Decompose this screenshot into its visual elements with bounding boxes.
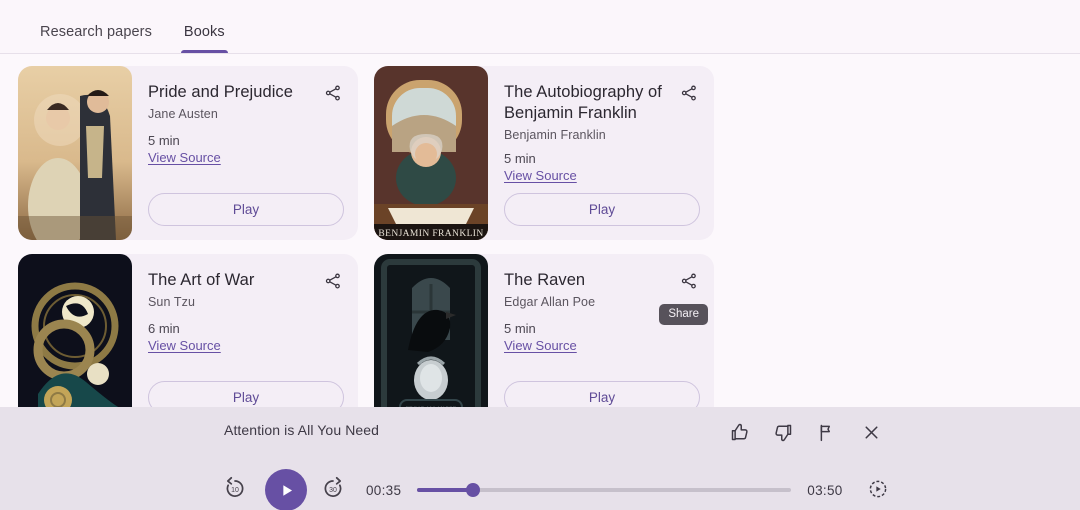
book-card-body: Pride and Prejudice Jane Austen 5 min Vi… — [132, 66, 358, 240]
book-card-body: The Art of War Sun Tzu 6 min View Source… — [132, 254, 358, 410]
book-author: Jane Austen — [148, 107, 218, 121]
dislike-button[interactable] — [770, 419, 796, 445]
rewind-10-button[interactable]: 10 — [222, 475, 252, 505]
share-tooltip: Share — [659, 304, 708, 325]
view-source-link[interactable]: View Source — [148, 150, 221, 165]
book-card-grid: Pride and Prejudice Jane Austen 5 min Vi… — [0, 54, 1080, 410]
progress-thumb[interactable] — [466, 483, 481, 497]
thumb-up-icon — [731, 423, 748, 440]
share-icon — [681, 273, 696, 289]
svg-text:10: 10 — [231, 487, 239, 494]
play-button[interactable]: Play — [148, 193, 344, 226]
book-duration: 6 min — [148, 321, 180, 336]
share-button[interactable] — [676, 268, 702, 294]
thumb-down-icon — [774, 424, 791, 441]
like-button[interactable] — [726, 419, 752, 445]
book-card[interactable]: EDGAR ALLAN POE The Raven Edgar Allan Po… — [374, 254, 714, 410]
playback-speed-button[interactable] — [867, 478, 891, 502]
book-author: Sun Tzu — [148, 295, 196, 309]
book-cover-image — [18, 66, 132, 240]
book-title: The Raven — [504, 271, 586, 289]
tab-books[interactable]: Books — [168, 24, 241, 53]
book-card[interactable]: The Art of War Sun Tzu 6 min View Source… — [18, 254, 358, 410]
close-player-button[interactable] — [858, 419, 884, 445]
play-pause-button[interactable] — [265, 469, 307, 510]
replay-10-icon: 10 — [226, 476, 244, 497]
player-transport-controls: 10 30 00:35 03:50 — [222, 469, 891, 510]
book-cover-image: BENJAMIN FRANKLIN — [374, 66, 488, 240]
player-action-buttons — [726, 419, 884, 445]
book-card[interactable]: BENJAMIN FRANKLIN The Autobiography of B… — [374, 66, 714, 240]
svg-text:30: 30 — [329, 487, 337, 494]
book-card[interactable]: Pride and Prejudice Jane Austen 5 min Vi… — [18, 66, 358, 240]
total-time: 03:50 — [807, 482, 843, 498]
report-button[interactable] — [814, 419, 840, 445]
view-source-link[interactable]: View Source — [504, 168, 577, 183]
book-author: Benjamin Franklin — [504, 128, 606, 142]
book-card-body: The Autobiography of Benjamin Franklin B… — [488, 66, 714, 240]
book-title: The Autobiography of Benjamin Franklin — [504, 83, 662, 122]
book-cover-image: EDGAR ALLAN POE — [374, 254, 488, 410]
forward-30-button[interactable]: 30 — [320, 475, 350, 505]
play-button[interactable]: Play — [504, 193, 700, 226]
play-button[interactable]: Play — [148, 381, 344, 410]
play-icon — [282, 484, 292, 496]
playback-speed-icon — [869, 480, 886, 498]
share-button[interactable] — [320, 80, 346, 106]
view-source-link[interactable]: View Source — [148, 338, 221, 353]
book-title: The Art of War — [148, 271, 255, 289]
book-card-body: The Raven Edgar Allan Poe 5 min View Sou… — [488, 254, 714, 410]
flag-icon — [820, 424, 830, 441]
forward-30-icon: 30 — [324, 476, 342, 497]
progress-slider[interactable] — [417, 483, 792, 497]
share-icon — [325, 85, 340, 101]
now-playing-title: Attention is All You Need — [224, 422, 380, 438]
share-icon — [325, 273, 340, 289]
progress-fill — [417, 488, 474, 492]
books-library-app: Research papers Books Pride and Prejudic… — [0, 0, 1080, 510]
share-icon — [681, 85, 696, 101]
book-cover-image — [18, 254, 132, 410]
play-button[interactable]: Play — [504, 381, 700, 410]
tab-research-papers[interactable]: Research papers — [24, 24, 168, 53]
share-button[interactable] — [676, 80, 702, 106]
book-duration: 5 min — [504, 151, 536, 166]
svg-text:BENJAMIN FRANKLIN: BENJAMIN FRANKLIN — [378, 229, 483, 239]
close-icon — [864, 425, 878, 439]
tab-bar: Research papers Books — [0, 0, 1080, 54]
audio-player-bar: Attention is All You Need 10 30 00:35 03… — [0, 407, 1080, 510]
share-button[interactable] — [320, 268, 346, 294]
view-source-link[interactable]: View Source — [504, 338, 577, 353]
book-title: Pride and Prejudice — [148, 83, 293, 101]
book-duration: 5 min — [148, 133, 180, 148]
current-time: 00:35 — [366, 482, 402, 498]
